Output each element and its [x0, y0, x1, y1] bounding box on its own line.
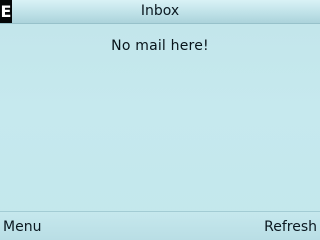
refresh-button[interactable]: Refresh — [264, 218, 317, 236]
softkey-bar: Menu Refresh — [0, 211, 320, 240]
inbox-screen: E Inbox No mail here! Menu Refresh — [0, 0, 320, 240]
menu-button[interactable]: Menu — [3, 218, 41, 236]
title-bar: E Inbox — [0, 0, 320, 24]
page-title: Inbox — [140, 3, 180, 19]
message-list: No mail here! — [0, 24, 320, 211]
empty-inbox-message: No mail here! — [111, 38, 209, 54]
